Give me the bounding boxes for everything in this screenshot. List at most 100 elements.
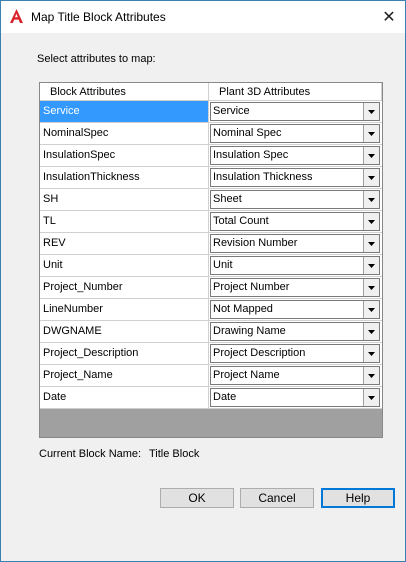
dropdown-selected-value: Nominal Spec [213, 127, 282, 139]
block-attribute-cell[interactable]: Service [40, 101, 209, 123]
column-header-block-attributes[interactable]: Block Attributes [40, 83, 209, 101]
table-row[interactable]: Service Service [40, 101, 382, 123]
table-row[interactable]: SH Sheet [40, 189, 382, 211]
cancel-button[interactable]: Cancel [240, 488, 314, 508]
table-row[interactable]: Project_Number Project Number [40, 277, 382, 299]
window-title: Map Title Block Attributes [31, 10, 166, 24]
chevron-down-icon[interactable] [363, 257, 379, 274]
plant-attribute-cell: Nominal Spec [209, 123, 382, 145]
block-attribute-cell[interactable]: Unit [40, 255, 209, 277]
plant-attribute-cell: Project Number [209, 277, 382, 299]
table-row[interactable]: Project_Name Project Name [40, 365, 382, 387]
dropdown-selected-value: Sheet [213, 193, 242, 205]
block-attribute-cell[interactable]: TL [40, 211, 209, 233]
block-attribute-cell[interactable]: InsulationSpec [40, 145, 209, 167]
chevron-down-icon[interactable] [363, 345, 379, 362]
dropdown-selected-value: Not Mapped [213, 303, 273, 315]
help-button[interactable]: Help [321, 488, 395, 508]
plant-attribute-dropdown[interactable]: Not Mapped [210, 300, 380, 319]
autocad-a-icon [10, 9, 23, 23]
instruction-label: Select attributes to map: [37, 53, 156, 65]
current-block-value: Title Block [149, 448, 200, 460]
plant-attribute-dropdown[interactable]: Project Number [210, 278, 380, 297]
table-row[interactable]: DWGNAME Drawing Name [40, 321, 382, 343]
title-bar: Map Title Block Attributes ✕ [1, 1, 405, 33]
dropdown-selected-value: Date [213, 391, 237, 403]
chevron-down-icon[interactable] [363, 235, 379, 252]
table-row[interactable]: Unit Unit [40, 255, 382, 277]
dropdown-selected-value: Unit [213, 259, 233, 271]
plant-attribute-dropdown[interactable]: Nominal Spec [210, 124, 380, 143]
close-icon: ✕ [382, 9, 396, 26]
dropdown-selected-value: Project Name [213, 369, 280, 381]
block-attribute-cell[interactable]: NominalSpec [40, 123, 209, 145]
chevron-down-icon[interactable] [363, 103, 379, 120]
chevron-down-icon[interactable] [363, 213, 379, 230]
plant-attribute-cell: Date [209, 387, 382, 409]
plant-attribute-dropdown[interactable]: Sheet [210, 190, 380, 209]
table-row[interactable]: LineNumber Not Mapped [40, 299, 382, 321]
block-attribute-cell[interactable]: Project_Name [40, 365, 209, 387]
close-button[interactable]: ✕ [373, 1, 405, 33]
chevron-down-icon[interactable] [363, 389, 379, 406]
grid-header: Block Attributes Plant 3D Attributes [40, 83, 382, 101]
dropdown-selected-value: Total Count [213, 215, 269, 227]
dropdown-selected-value: Service [213, 105, 250, 117]
plant-attribute-cell: Project Name [209, 365, 382, 387]
block-attribute-cell[interactable]: REV [40, 233, 209, 255]
block-attribute-cell[interactable]: Date [40, 387, 209, 409]
plant-attribute-dropdown[interactable]: Service [210, 102, 380, 121]
plant-attribute-cell: Not Mapped [209, 299, 382, 321]
plant-attribute-cell: Sheet [209, 189, 382, 211]
chevron-down-icon[interactable] [363, 301, 379, 318]
dropdown-selected-value: Revision Number [213, 237, 298, 249]
table-row[interactable]: REV Revision Number [40, 233, 382, 255]
table-row[interactable]: InsulationSpec Insulation Spec [40, 145, 382, 167]
block-attribute-cell[interactable]: Project_Description [40, 343, 209, 365]
plant-attribute-cell: Service [209, 101, 382, 123]
plant-attribute-dropdown[interactable]: Insulation Thickness [210, 168, 380, 187]
plant-attribute-cell: Insulation Spec [209, 145, 382, 167]
plant-attribute-cell: Drawing Name [209, 321, 382, 343]
plant-attribute-cell: Insulation Thickness [209, 167, 382, 189]
plant-attribute-dropdown[interactable]: Drawing Name [210, 322, 380, 341]
chevron-down-icon[interactable] [363, 125, 379, 142]
chevron-down-icon[interactable] [363, 147, 379, 164]
plant-attribute-dropdown[interactable]: Revision Number [210, 234, 380, 253]
chevron-down-icon[interactable] [363, 367, 379, 384]
chevron-down-icon[interactable] [363, 279, 379, 296]
grid-body: Service Service NominalSpec Nominal Spec Ins… [40, 101, 382, 409]
plant-attribute-dropdown[interactable]: Unit [210, 256, 380, 275]
chevron-down-icon[interactable] [363, 169, 379, 186]
plant-attribute-dropdown[interactable]: Total Count [210, 212, 380, 231]
block-attribute-cell[interactable]: DWGNAME [40, 321, 209, 343]
table-row[interactable]: Date Date [40, 387, 382, 409]
plant-attribute-cell: Revision Number [209, 233, 382, 255]
plant-attribute-dropdown[interactable]: Insulation Spec [210, 146, 380, 165]
ok-button[interactable]: OK [160, 488, 234, 508]
chevron-down-icon[interactable] [363, 323, 379, 340]
table-row[interactable]: InsulationThickness Insulation Thickness [40, 167, 382, 189]
column-header-plant-3d-attributes[interactable]: Plant 3D Attributes [209, 83, 382, 101]
chevron-down-icon[interactable] [363, 191, 379, 208]
block-attribute-cell[interactable]: SH [40, 189, 209, 211]
plant-attribute-cell: Unit [209, 255, 382, 277]
dropdown-selected-value: Project Number [213, 281, 290, 293]
plant-attribute-cell: Total Count [209, 211, 382, 233]
block-attribute-cell[interactable]: Project_Number [40, 277, 209, 299]
block-attribute-cell[interactable]: InsulationThickness [40, 167, 209, 189]
dropdown-selected-value: Project Description [213, 347, 306, 359]
dialog-window: Map Title Block Attributes ✕ Select attr… [0, 0, 406, 562]
block-attribute-cell[interactable]: LineNumber [40, 299, 209, 321]
plant-attribute-dropdown[interactable]: Project Description [210, 344, 380, 363]
attribute-mapping-grid[interactable]: Block Attributes Plant 3D Attributes Ser… [39, 82, 383, 438]
table-row[interactable]: Project_Description Project Description [40, 343, 382, 365]
plant-attribute-dropdown[interactable]: Date [210, 388, 380, 407]
table-row[interactable]: TL Total Count [40, 211, 382, 233]
plant-attribute-cell: Project Description [209, 343, 382, 365]
dropdown-selected-value: Insulation Spec [213, 149, 289, 161]
dropdown-selected-value: Drawing Name [213, 325, 286, 337]
plant-attribute-dropdown[interactable]: Project Name [210, 366, 380, 385]
table-row[interactable]: NominalSpec Nominal Spec [40, 123, 382, 145]
dropdown-selected-value: Insulation Thickness [213, 171, 313, 183]
